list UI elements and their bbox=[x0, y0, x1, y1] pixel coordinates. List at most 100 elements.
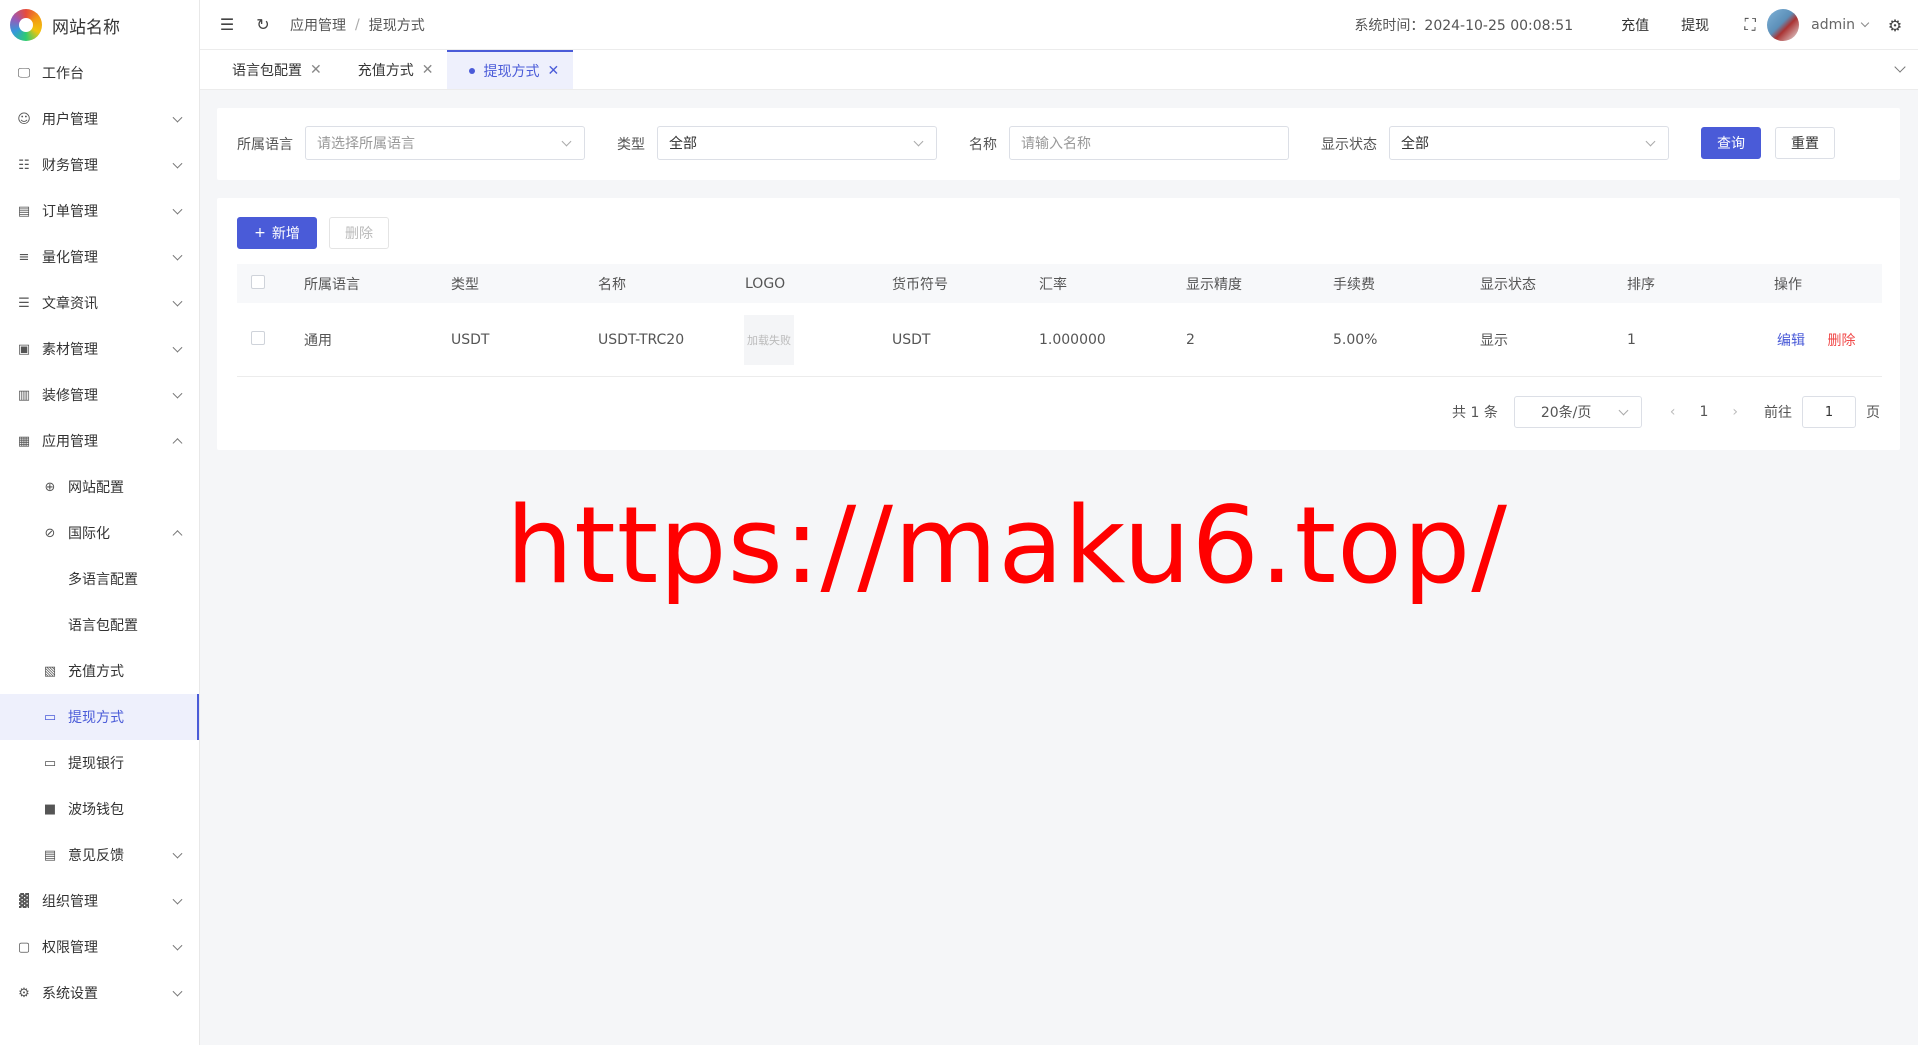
chevron-down-icon bbox=[172, 250, 183, 261]
sidebar-item-label: 装修管理 bbox=[42, 388, 98, 404]
tab-label: 语言包配置 bbox=[232, 62, 302, 79]
tab-withdraw-method[interactable]: 提现方式 ✕ bbox=[447, 50, 574, 89]
sidebar-item-apps[interactable]: ▦ 应用管理 bbox=[0, 418, 199, 464]
type-select[interactable]: 全部 bbox=[657, 126, 937, 160]
sidebar-item-quant[interactable]: ≡ 量化管理 bbox=[0, 234, 199, 280]
sidebar-item-finance[interactable]: ☷ 财务管理 bbox=[0, 142, 199, 188]
page-size-value: 20条/页 bbox=[1540, 405, 1592, 421]
top-header: ☰ ↻ 应用管理 / 提现方式 系统时间：2024-10-25 00:08:51… bbox=[200, 0, 1918, 50]
close-icon[interactable]: ✕ bbox=[547, 63, 559, 79]
sidebar-item-label: 量化管理 bbox=[42, 250, 98, 266]
tab-recharge-method[interactable]: 充值方式 ✕ bbox=[336, 50, 448, 89]
status-value: 全部 bbox=[1401, 136, 1429, 152]
brand-name: 网站名称 bbox=[52, 17, 120, 38]
fullscreen-icon[interactable]: ⛶ bbox=[1741, 15, 1759, 34]
select-all-cell bbox=[237, 274, 290, 293]
type-label: 类型 bbox=[617, 137, 645, 153]
sidebar-item-workbench[interactable]: 🖵 工作台 bbox=[0, 50, 199, 96]
chevron-down-icon bbox=[172, 342, 183, 353]
sidebar-item-language-pack[interactable]: 语言包配置 bbox=[0, 602, 199, 648]
status-label: 显示状态 bbox=[1321, 137, 1377, 153]
row-checkbox[interactable] bbox=[251, 330, 265, 345]
delete-link[interactable]: 删除 bbox=[1827, 333, 1855, 349]
language-select[interactable]: 请选择所属语言 bbox=[305, 126, 585, 160]
add-button-label: 新增 bbox=[271, 226, 300, 242]
chevron-down-icon bbox=[172, 894, 183, 905]
chevron-up-icon bbox=[172, 438, 183, 449]
sidebar-item-label: 国际化 bbox=[68, 526, 110, 542]
sidebar-item-label: 应用管理 bbox=[42, 434, 98, 450]
name-input[interactable]: 请输入名称 bbox=[1009, 126, 1289, 160]
page-number[interactable]: 1 bbox=[1699, 404, 1708, 420]
column-header: 显示精度 bbox=[1186, 276, 1242, 293]
goto-label: 前往 bbox=[1764, 405, 1792, 421]
sidebar-item-permissions[interactable]: ▢ 权限管理 bbox=[0, 924, 199, 970]
close-icon[interactable]: ✕ bbox=[422, 62, 434, 78]
next-page-icon[interactable]: › bbox=[1732, 404, 1738, 420]
menu-collapse-icon[interactable]: ☰ bbox=[218, 15, 236, 34]
cell-status: 显示 bbox=[1480, 332, 1508, 349]
chevron-down-icon bbox=[172, 204, 183, 215]
refresh-icon[interactable]: ↻ bbox=[254, 15, 272, 34]
sidebar-item-label: 系统设置 bbox=[42, 986, 98, 1002]
sidebar-item-i18n[interactable]: ⊘ 国际化 bbox=[0, 510, 199, 556]
gear-icon: ⚙ bbox=[18, 985, 30, 1001]
sidebar-item-label: 多语言配置 bbox=[68, 572, 138, 588]
gear-icon[interactable]: ⚙ bbox=[1886, 16, 1904, 35]
card-icon: ▭ bbox=[43, 755, 57, 771]
table-panel: + 新增 删除 所属语言 类型 名称 LOGO 货币符号 汇率 显示精度 手续费… bbox=[217, 198, 1900, 450]
add-button[interactable]: + 新增 bbox=[237, 217, 317, 249]
breadcrumb-item[interactable]: 应用管理 bbox=[290, 15, 346, 35]
sidebar-item-tron-wallet[interactable]: ■ 波场钱包 bbox=[0, 786, 199, 832]
tab-language-pack[interactable]: 语言包配置 ✕ bbox=[210, 50, 336, 89]
brand[interactable]: 网站名称 bbox=[0, 0, 199, 50]
close-icon[interactable]: ✕ bbox=[310, 62, 322, 78]
sidebar-item-articles[interactable]: ☰ 文章资讯 bbox=[0, 280, 199, 326]
order-icon: ▤ bbox=[17, 203, 31, 219]
cell-actions: 编辑 删除 bbox=[1760, 330, 1880, 350]
chevron-up-icon bbox=[172, 530, 183, 541]
name-label: 名称 bbox=[969, 137, 997, 153]
reset-button[interactable]: 重置 bbox=[1775, 127, 1835, 159]
user-menu[interactable]: admin bbox=[1811, 17, 1870, 33]
sidebar-item-label: 权限管理 bbox=[42, 940, 98, 956]
chevron-down-icon bbox=[1645, 136, 1656, 147]
pagination: 共 1 条 20条/页 ‹ 1 › 前往 1 页 bbox=[1452, 396, 1880, 428]
tabs-bar: 语言包配置 ✕ 充值方式 ✕ 提现方式 ✕ bbox=[200, 50, 1918, 90]
select-all-checkbox[interactable] bbox=[251, 274, 265, 289]
avatar[interactable] bbox=[1767, 9, 1800, 41]
wallet-icon: ▧ bbox=[43, 663, 57, 679]
sidebar-item-label: 文章资讯 bbox=[42, 296, 98, 312]
sidebar-item-recharge-method[interactable]: ▧ 充值方式 bbox=[0, 648, 199, 694]
prev-page-icon[interactable]: ‹ bbox=[1670, 404, 1676, 420]
sidebar-item-withdraw-bank[interactable]: ▭ 提现银行 bbox=[0, 740, 199, 786]
sidebar-item-decoration[interactable]: ▥ 装修管理 bbox=[0, 372, 199, 418]
column-header: 货币符号 bbox=[892, 276, 948, 293]
status-select[interactable]: 全部 bbox=[1389, 126, 1669, 160]
cell-rate: 1.000000 bbox=[1039, 331, 1106, 348]
chevron-down-icon bbox=[172, 388, 183, 399]
cell-logo: 加载失败 bbox=[731, 314, 878, 365]
sidebar-item-feedback[interactable]: ▤ 意见反馈 bbox=[0, 832, 199, 878]
batch-delete-button[interactable]: 删除 bbox=[329, 217, 389, 249]
sidebar-item-settings[interactable]: ⚙ 系统设置 bbox=[0, 970, 199, 1016]
chevron-down-icon bbox=[172, 296, 183, 307]
sidebar-item-orders[interactable]: ▤ 订单管理 bbox=[0, 188, 199, 234]
tron-wallet-icon: ■ bbox=[43, 801, 57, 817]
sidebar-item-materials[interactable]: ▣ 素材管理 bbox=[0, 326, 199, 372]
goto-page-input[interactable]: 1 bbox=[1802, 396, 1856, 428]
sidebar-item-users[interactable]: ☺ 用户管理 bbox=[0, 96, 199, 142]
sidebar-item-withdraw-method[interactable]: ▭ 提现方式 bbox=[0, 694, 199, 740]
page-size-select[interactable]: 20条/页 bbox=[1513, 396, 1642, 428]
language-label: 所属语言 bbox=[237, 137, 293, 153]
sidebar-item-site-config[interactable]: ⊕ 网站配置 bbox=[0, 464, 199, 510]
recharge-link[interactable]: 充值 bbox=[1621, 15, 1649, 35]
withdraw-link[interactable]: 提现 bbox=[1681, 15, 1709, 35]
query-button[interactable]: 查询 bbox=[1701, 127, 1761, 159]
edit-link[interactable]: 编辑 bbox=[1777, 333, 1805, 349]
chevron-down-icon[interactable] bbox=[1894, 61, 1906, 73]
sidebar-item-organization[interactable]: ▓ 组织管理 bbox=[0, 878, 199, 924]
plus-icon: + bbox=[254, 225, 266, 241]
active-dot-icon bbox=[469, 67, 476, 74]
sidebar-item-multi-language[interactable]: 多语言配置 bbox=[0, 556, 199, 602]
